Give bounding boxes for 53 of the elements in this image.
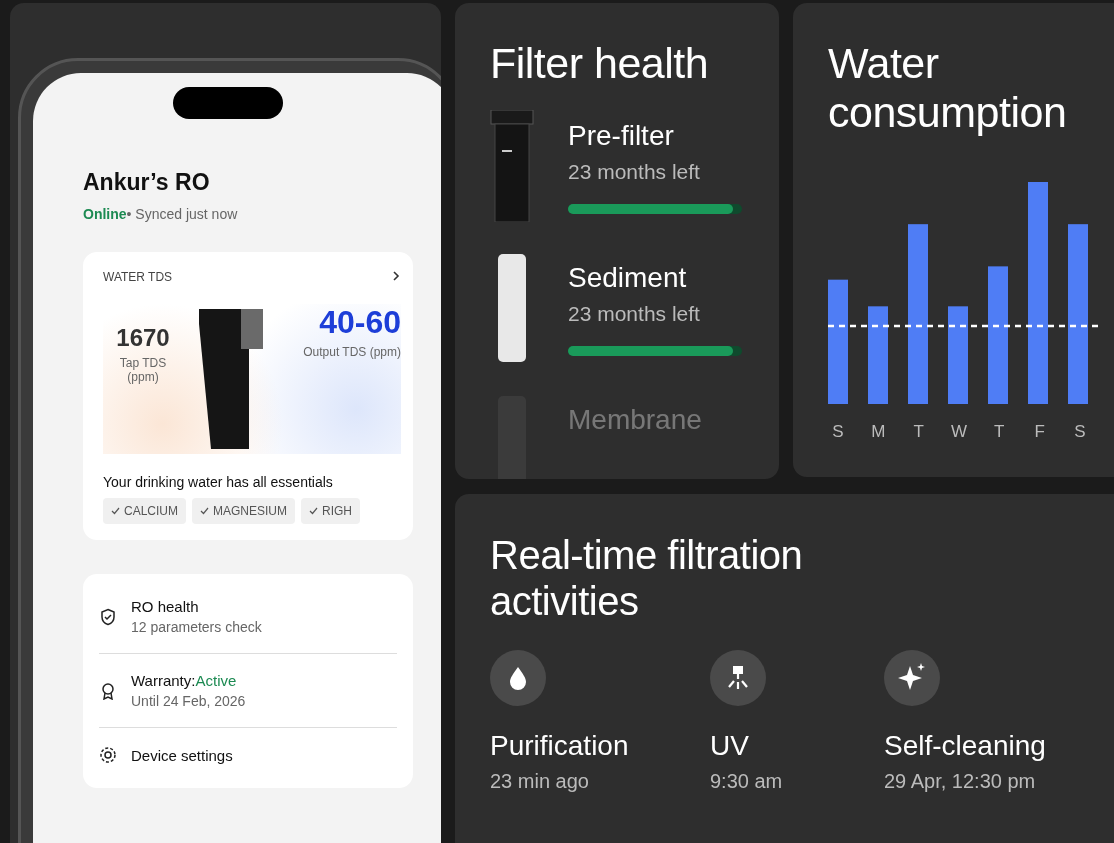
settings-row[interactable]: RO health 12 parameters check xyxy=(99,580,397,654)
output-tds-label: Output TDS (ppm) xyxy=(302,345,401,359)
filter-name: Pre-filter xyxy=(568,120,675,153)
chevron-icon[interactable] xyxy=(391,270,401,282)
row-subtitle: 12 parameters check xyxy=(131,619,262,635)
filter-remaining: 23 months left xyxy=(568,160,701,185)
water-drop-icon xyxy=(490,650,546,706)
shield-icon xyxy=(99,607,117,626)
row-subtitle: Until 24 Feb, 2026 xyxy=(131,693,246,709)
mineral-chip: RIGH xyxy=(301,498,361,524)
filter-remaining: 23 months left xyxy=(568,302,701,327)
day-label: T xyxy=(912,421,925,442)
output-tds-value: 40-60 xyxy=(318,304,401,341)
check-icon xyxy=(111,507,120,515)
warranty-status: Active xyxy=(195,672,237,689)
card-title: Filter health xyxy=(490,39,710,89)
activity-time: 29 Apr, 12:30 pm xyxy=(884,770,1037,793)
essentials-message: Your drinking water has all essentials xyxy=(103,474,334,490)
day-label: F xyxy=(1033,421,1046,442)
card-title: Real-time filtration activities xyxy=(490,532,804,624)
day-label: T xyxy=(993,421,1006,442)
settings-row[interactable]: Device settings xyxy=(99,728,397,782)
mineral-chip: MAGNESIUM xyxy=(192,498,296,524)
sparkle-icon xyxy=(884,650,940,706)
tds-card[interactable]: WATER TDS 1670 Tap TDS (ppm) 40-60 Output TDS (ppm) Your drinking water has all essentials CALCIUM MAGNESIUM RIGH xyxy=(83,252,413,540)
check-icon xyxy=(200,507,209,515)
row-title: RO health xyxy=(131,598,200,615)
sync-status: • Synced just now xyxy=(126,206,238,222)
activity-name: Self-cleaning xyxy=(884,730,1047,762)
settings-row[interactable]: Warranty:Active Until 24 Feb, 2026 xyxy=(99,654,397,728)
activity-time: 23 min ago xyxy=(490,770,590,793)
online-status: Online xyxy=(83,206,127,222)
card-title: Water consumption xyxy=(828,39,1068,138)
award-icon xyxy=(99,681,117,700)
day-label: S xyxy=(831,421,845,442)
tds-label: WATER TDS xyxy=(103,270,173,284)
device-title: Ankur’s RO xyxy=(83,169,211,196)
uv-lamp-icon xyxy=(710,650,766,706)
activity-name: Purification xyxy=(490,730,630,762)
filter-name: Sediment xyxy=(568,262,688,295)
row-title: Device settings xyxy=(131,746,233,764)
check-icon xyxy=(309,507,319,515)
activity-time: 9:30 am xyxy=(710,770,784,793)
day-label: S xyxy=(1073,421,1087,442)
day-label: M xyxy=(870,421,887,442)
tap-tds-value: 1670 xyxy=(115,324,171,352)
row-title: Warranty:Active xyxy=(131,672,238,689)
mineral-chip: CALCIUM xyxy=(103,498,186,524)
day-label: W xyxy=(949,421,968,442)
gear-icon xyxy=(99,746,117,764)
activity-name: UV xyxy=(710,730,750,762)
filter-name: Membrane xyxy=(568,404,702,437)
tap-tds-label: Tap TDS (ppm) xyxy=(118,356,168,384)
